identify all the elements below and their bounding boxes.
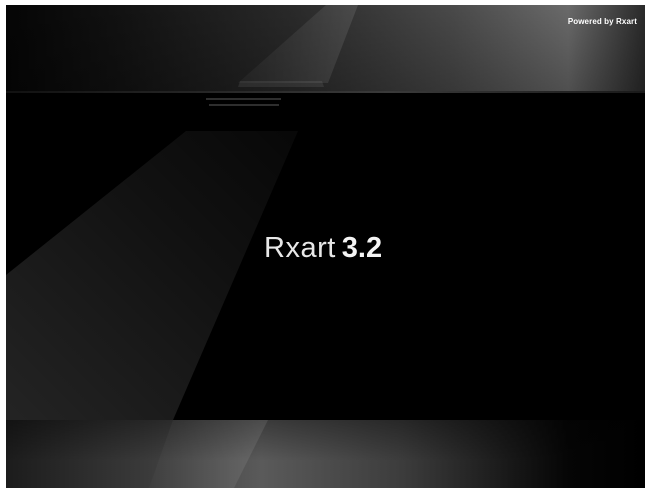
top-dash-marks bbox=[206, 98, 281, 112]
logo-reflection: Rxart 3.2 bbox=[264, 238, 382, 297]
top-light-beam bbox=[238, 5, 358, 83]
dash-mark bbox=[209, 104, 279, 106]
bottom-light-beam bbox=[149, 420, 268, 488]
main-light-beam bbox=[6, 131, 298, 420]
powered-by-label: Powered by Rxart bbox=[567, 17, 637, 26]
dash-mark bbox=[206, 98, 281, 100]
top-beam-highlight bbox=[238, 81, 324, 87]
splash-screen: Powered by Rxart Rxart 3.2 Rxart 3.2 bbox=[6, 5, 645, 488]
